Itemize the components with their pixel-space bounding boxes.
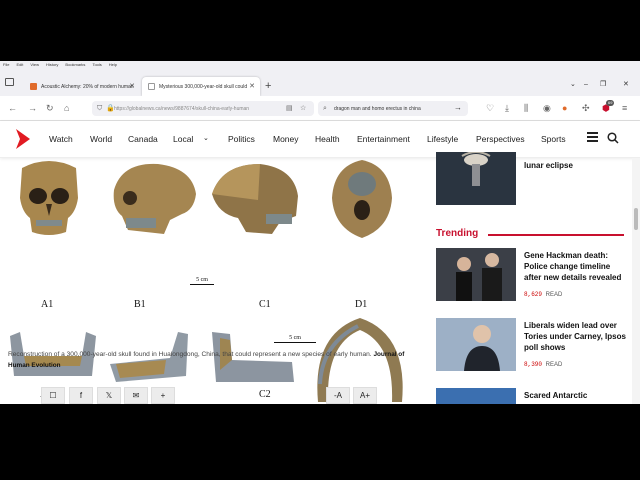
menu-file[interactable]: File <box>3 61 9 69</box>
home-icon[interactable]: ⌂ <box>64 103 69 113</box>
article-figure: A1 B1 C1 D1 5 cm A2 B2 C2 D2 5 cm <box>0 158 420 402</box>
trending-item-1-title[interactable]: Gene Hackman death: Police change timeli… <box>524 250 628 283</box>
menu-help[interactable]: Help <box>109 61 117 69</box>
close-window-button[interactable]: ✕ <box>623 81 629 89</box>
facebook-share-button[interactable]: f <box>69 387 93 404</box>
lock-icon[interactable]: 🔒 <box>106 104 115 114</box>
caption-text: Reconstruction of a 300,000-year-old sku… <box>8 351 372 358</box>
nav-health[interactable]: Health <box>315 133 340 145</box>
tab-close-icon[interactable]: ✕ <box>249 82 255 90</box>
restore-button[interactable]: ❐ <box>600 81 606 89</box>
browser-window: File Edit View History Bookmarks Tools H… <box>0 61 640 404</box>
site-header: Watch World Canada Local ⌄ Politics Mone… <box>0 121 640 158</box>
nav-perspectives[interactable]: Perspectives <box>476 133 525 145</box>
library-icon[interactable]: ⫼ <box>524 103 528 113</box>
x-share-button[interactable]: 𝕏 <box>97 387 121 404</box>
trending-heading: Trending <box>436 228 479 239</box>
figure-label-b1: B1 <box>134 299 146 310</box>
sidebar: lunar eclipse Trending Gene Hackman deat… <box>430 152 630 404</box>
search-icon: ⌕ <box>323 105 327 112</box>
trending-divider <box>488 234 624 236</box>
tab-mysterious-skull[interactable]: Mysterious 300,000-year-old skull could … <box>142 77 260 96</box>
trending-item-1-reads: 8,629 READ <box>524 291 563 298</box>
skull-front-view-image <box>20 161 78 235</box>
menu-bookmarks[interactable]: Bookmarks <box>65 61 85 69</box>
trending-item-3-title[interactable]: Scared Antarctic <box>524 390 628 401</box>
figure-label-c2: C2 <box>259 389 271 400</box>
menu-tools[interactable]: Tools <box>92 61 101 69</box>
new-tab-button[interactable]: + <box>265 81 271 92</box>
dropdown-icon[interactable]: ⌄ <box>570 81 576 89</box>
tab-close-icon[interactable]: ✕ <box>129 82 135 90</box>
tab-favicon-icon <box>30 83 37 90</box>
search-icon[interactable] <box>607 132 619 144</box>
address-bar[interactable]: ⛉ 🔒 https://globalnews.ca/news/9887674/s… <box>92 101 314 116</box>
shield-icon[interactable]: ⛉ <box>97 104 102 114</box>
url-text[interactable]: https://globalnews.ca/news/9887674/skull… <box>114 106 274 112</box>
nav-watch[interactable]: Watch <box>49 133 73 145</box>
figure-label-c1: C1 <box>259 299 271 310</box>
menu-view[interactable]: View <box>30 61 39 69</box>
nav-toolbar: ← → ↻ ⌂ ⛉ 🔒 https://globalnews.ca/news/9… <box>0 96 640 121</box>
search-go-icon[interactable]: → <box>454 103 462 113</box>
antarctic-thumbnail[interactable] <box>436 388 516 404</box>
hamburger-menu-icon[interactable] <box>587 132 598 142</box>
nav-local[interactable]: Local <box>173 133 193 145</box>
minimize-button[interactable]: – <box>584 81 588 89</box>
reader-view-icon[interactable]: ▤ <box>286 104 293 114</box>
nav-canada[interactable]: Canada <box>128 133 158 145</box>
trending-item-2-reads: 8,390 READ <box>524 361 563 368</box>
scale-bar-bottom: 5 cm <box>274 335 316 343</box>
account-icon[interactable]: ◉ <box>543 103 551 113</box>
tab-strip: Acoustic Alchemy: 20% of modern human ✕ … <box>0 69 640 96</box>
carney-poll-thumbnail[interactable] <box>436 318 516 371</box>
search-query[interactable]: dragon man and homo erectus in china <box>334 106 421 112</box>
chevron-down-icon[interactable]: ⌄ <box>203 133 209 145</box>
extension-icon[interactable]: ● <box>562 103 567 113</box>
nav-entertainment[interactable]: Entertainment <box>357 133 410 145</box>
downloads-icon[interactable]: ⤓ <box>505 103 509 113</box>
nav-sports[interactable]: Sports <box>541 133 566 145</box>
comment-button[interactable]: ☐ <box>41 387 65 404</box>
skull-base-view-image <box>332 160 392 238</box>
tab-acoustic-alchemy[interactable]: Acoustic Alchemy: 20% of modern human ✕ <box>24 77 140 96</box>
skull-side-view-image <box>113 163 196 234</box>
notification-badge: 69 <box>606 100 615 106</box>
extensions-puzzle-icon[interactable]: ✣ <box>582 103 590 113</box>
nav-lifestyle[interactable]: Lifestyle <box>427 133 458 145</box>
menu-edit[interactable]: Edit <box>16 61 23 69</box>
app-menu-icon[interactable]: ≡ <box>622 103 627 113</box>
scale-bar-top: 5 cm <box>190 277 214 285</box>
tab-list-icon[interactable] <box>5 78 14 86</box>
trending-item-2-title[interactable]: Liberals widen lead over Tories under Ca… <box>524 320 628 353</box>
page-scrollbar[interactable] <box>632 158 640 404</box>
email-share-button[interactable]: ✉ <box>124 387 148 404</box>
forward-arrow-icon[interactable]: → <box>28 103 37 113</box>
tab-favicon-icon <box>148 83 155 90</box>
tab-title: Mysterious 300,000-year-old skull could <box>159 83 248 90</box>
scrollbar-thumb[interactable] <box>634 208 638 230</box>
menu-history[interactable]: History <box>46 61 58 69</box>
lunar-eclipse-thumbnail[interactable] <box>436 152 516 205</box>
global-news-logo-icon[interactable] <box>16 129 30 149</box>
reload-icon[interactable]: ↻ <box>46 103 54 113</box>
increase-font-button[interactable]: A+ <box>353 387 377 404</box>
skull-lateral-view-image <box>212 164 298 234</box>
bookmark-star-icon[interactable]: ☆ <box>300 104 306 114</box>
tab-title: Acoustic Alchemy: 20% of modern human <box>41 83 134 90</box>
more-share-button[interactable]: + <box>151 387 175 404</box>
menu-bar: File Edit View History Bookmarks Tools H… <box>0 61 640 69</box>
pocket-icon[interactable]: ♡ <box>486 103 494 113</box>
figure-label-d1: D1 <box>355 299 368 310</box>
nav-politics[interactable]: Politics <box>228 133 255 145</box>
decrease-font-button[interactable]: -A <box>326 387 350 404</box>
search-bar[interactable]: ⌕ dragon man and homo erectus in china → <box>318 101 468 116</box>
sidebar-top-item-title[interactable]: lunar eclipse <box>524 160 628 171</box>
back-arrow-icon[interactable]: ← <box>8 103 17 113</box>
figure-label-a1: A1 <box>41 299 54 310</box>
nav-money[interactable]: Money <box>273 133 299 145</box>
image-caption: Reconstruction of a 300,000-year-old sku… <box>8 350 408 371</box>
gene-hackman-thumbnail[interactable] <box>436 248 516 301</box>
nav-world[interactable]: World <box>90 133 112 145</box>
